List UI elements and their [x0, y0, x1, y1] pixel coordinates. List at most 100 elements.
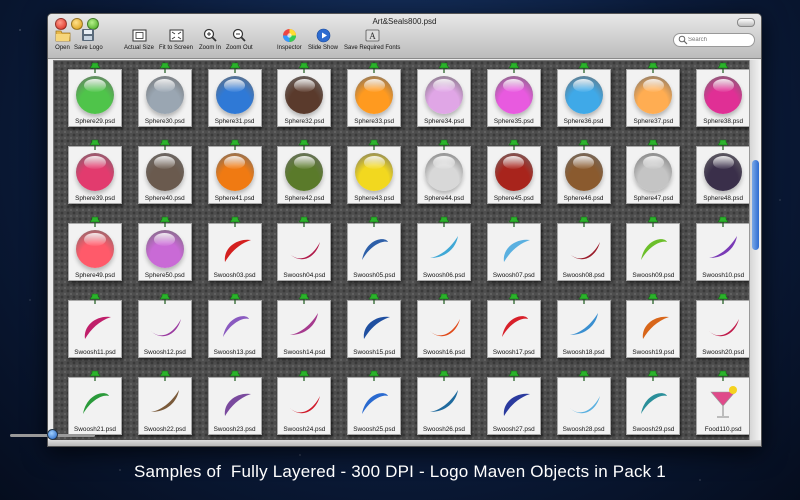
- thumbnail-card[interactable]: Swoosh17.psd: [486, 293, 541, 358]
- thumbnail-card[interactable]: Sphere29.psd: [68, 62, 122, 127]
- thumbnail-card[interactable]: Swoosh11.psd: [68, 293, 122, 358]
- open-button[interactable]: Open: [54, 28, 71, 51]
- thumbnail-card[interactable]: Sphere44.psd: [416, 139, 471, 204]
- thumbnail-card[interactable]: Swoosh14.psd: [277, 293, 332, 358]
- thumbnail-card[interactable]: Swoosh23.psd: [207, 370, 262, 435]
- thumbnail-card[interactable]: Sphere30.psd: [137, 62, 192, 127]
- thumbnail-card[interactable]: Swoosh28.psd: [556, 370, 611, 435]
- thumbnail-browser[interactable]: Sphere29.psd Sphere30.psd Sphere31.psd Sphe…: [53, 60, 750, 442]
- save-required-fonts-button[interactable]: A Save Required Fonts: [344, 28, 400, 51]
- pushpin-icon: [298, 370, 310, 381]
- thumbnail-card[interactable]: Sphere45.psd: [486, 139, 541, 204]
- thumbnail-card[interactable]: Swoosh04.psd: [277, 216, 332, 281]
- thumbnail-card[interactable]: Swoosh12.psd: [137, 293, 192, 358]
- thumbnail-card[interactable]: Sphere33.psd: [347, 62, 402, 127]
- zoom-in-button[interactable]: Zoom In: [199, 28, 221, 51]
- toolbar-toggle-button[interactable]: [737, 18, 755, 27]
- vertical-scrollbar[interactable]: [749, 60, 761, 440]
- thumbnail-card[interactable]: Sphere50.psd: [137, 216, 192, 281]
- search-input[interactable]: [688, 37, 748, 43]
- sphere-graphic: [215, 153, 254, 191]
- thumbnail-image: [352, 151, 396, 193]
- thumbnail-filename: Sphere50.psd: [144, 272, 185, 279]
- pushpin-icon: [159, 62, 171, 73]
- thumbnail-card[interactable]: Swoosh07.psd: [486, 216, 541, 281]
- thumbnail-card[interactable]: Sphere32.psd: [277, 62, 332, 127]
- thumbnail-card[interactable]: Food110.psd: [696, 370, 749, 435]
- thumbnail-image: [143, 74, 187, 116]
- thumbnail-card[interactable]: Swoosh03.psd: [207, 216, 262, 281]
- thumbnail-card[interactable]: Sphere36.psd: [556, 62, 611, 127]
- actual-size-icon: [131, 28, 148, 42]
- thumbnail-image: [73, 74, 117, 116]
- thumbnail-card[interactable]: Sphere46.psd: [556, 139, 611, 204]
- slide-show-button[interactable]: Slide Show: [308, 28, 338, 51]
- thumbnail-card[interactable]: Sphere31.psd: [207, 62, 262, 127]
- thumbnail-filename: Sphere41.psd: [214, 195, 255, 202]
- thumbnail-card[interactable]: Swoosh21.psd: [68, 370, 122, 435]
- thumbnail-card[interactable]: Sphere47.psd: [626, 139, 681, 204]
- save-logo-button[interactable]: Save Logo: [74, 28, 103, 51]
- swoosh-graphic: [224, 393, 251, 416]
- thumbnail-card[interactable]: Swoosh19.psd: [626, 293, 681, 358]
- thumbnail-card[interactable]: Swoosh26.psd: [416, 370, 471, 435]
- zoom-out-button[interactable]: Zoom Out: [226, 28, 253, 51]
- thumbnail-filename: Sphere47.psd: [633, 195, 674, 202]
- thumbnail-card[interactable]: Sphere48.psd: [696, 139, 749, 204]
- pushpin-icon: [368, 216, 380, 227]
- fit-screen-icon: [168, 28, 185, 42]
- thumbnail-card[interactable]: Swoosh18.psd: [556, 293, 611, 358]
- scrollbar-thumb[interactable]: [752, 160, 759, 250]
- thumbnail-card[interactable]: Swoosh16.psd: [416, 293, 471, 358]
- pushpin-icon: [368, 293, 380, 304]
- thumbnail-card[interactable]: Sphere35.psd: [486, 62, 541, 127]
- thumbnail-card[interactable]: Swoosh29.psd: [626, 370, 681, 435]
- thumbnail-card[interactable]: Swoosh05.psd: [347, 216, 402, 281]
- thumbnail-image: [701, 74, 745, 116]
- thumbnail-card[interactable]: Swoosh22.psd: [137, 370, 192, 435]
- slider-knob[interactable]: [47, 429, 58, 440]
- thumbnail-card[interactable]: Sphere38.psd: [696, 62, 749, 127]
- thumbnail-card[interactable]: Sphere34.psd: [416, 62, 471, 127]
- thumbnail-card[interactable]: Swoosh24.psd: [277, 370, 332, 435]
- thumbnail-card[interactable]: Sphere42.psd: [277, 139, 332, 204]
- thumbnail-card[interactable]: Sphere41.psd: [207, 139, 262, 204]
- inspector-button[interactable]: Inspector: [277, 28, 302, 51]
- play-icon: [315, 28, 332, 42]
- thumbnail-card[interactable]: Swoosh10.psd: [696, 216, 749, 281]
- thumbnail-filename: Swoosh16.psd: [423, 349, 465, 356]
- thumbnail-filename: Food110.psd: [704, 426, 742, 433]
- thumbnail-card[interactable]: Swoosh13.psd: [207, 293, 262, 358]
- sphere-graphic: [76, 76, 114, 114]
- thumbnail-card[interactable]: Swoosh08.psd: [556, 216, 611, 281]
- thumbnail-image: [492, 305, 536, 347]
- search-field[interactable]: [673, 33, 755, 47]
- sphere-graphic: [145, 76, 184, 114]
- sphere-graphic: [145, 153, 184, 191]
- sphere-graphic: [564, 153, 603, 191]
- thumbnail-card[interactable]: Swoosh15.psd: [347, 293, 402, 358]
- thumbnail-card[interactable]: Sphere43.psd: [347, 139, 402, 204]
- pushpin-icon: [298, 293, 310, 304]
- thumbnail-image: [282, 305, 326, 347]
- thumbnail-card[interactable]: Swoosh06.psd: [416, 216, 471, 281]
- actual-size-button[interactable]: Actual Size: [124, 28, 154, 51]
- thumbnail-image: [143, 382, 187, 424]
- open-label: Open: [55, 45, 70, 51]
- fit-to-screen-button[interactable]: Fit to Screen: [159, 28, 193, 51]
- thumbnail-card[interactable]: Swoosh27.psd: [486, 370, 541, 435]
- thumbnail-card[interactable]: Sphere49.psd: [68, 216, 122, 281]
- thumbnail-filename: Swoosh06.psd: [423, 272, 465, 279]
- thumbnail-card[interactable]: Swoosh09.psd: [626, 216, 681, 281]
- thumbnail-card[interactable]: Sphere37.psd: [626, 62, 681, 127]
- thumbnail-filename: Swoosh18.psd: [562, 349, 605, 356]
- thumbnail-card[interactable]: Sphere39.psd: [68, 139, 122, 204]
- inspector-label: Inspector: [277, 45, 302, 51]
- thumbnail-card[interactable]: Swoosh20.psd: [696, 293, 749, 358]
- thumbnail-card[interactable]: Sphere40.psd: [137, 139, 192, 204]
- thumbnail-card[interactable]: Swoosh25.psd: [347, 370, 402, 435]
- thumbnail-image: [562, 228, 606, 270]
- pushpin-icon: [508, 139, 520, 150]
- thumbnail-image: [352, 382, 396, 424]
- pushpin-icon: [89, 370, 101, 381]
